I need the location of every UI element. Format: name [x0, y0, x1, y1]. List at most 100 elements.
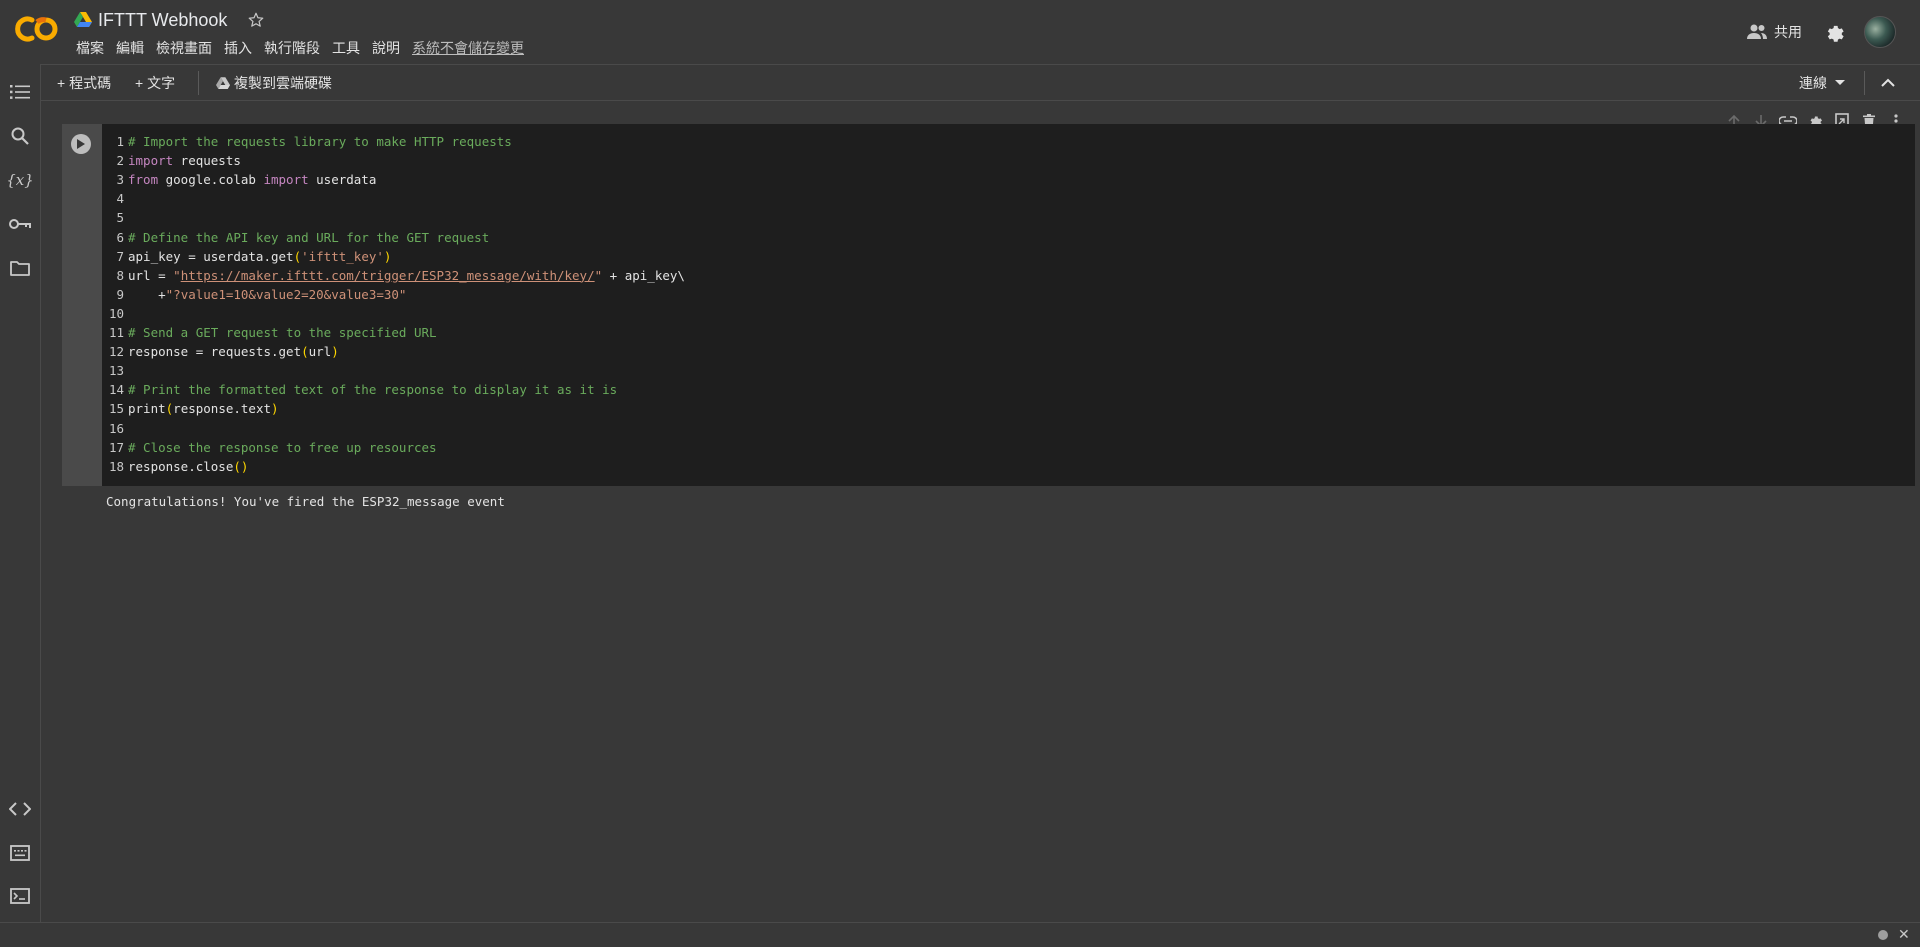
menu-runtime[interactable]: 執行階段: [258, 38, 326, 58]
line-number: 3: [116, 172, 124, 188]
line-number: 15: [108, 401, 124, 417]
share-label: 共用: [1774, 24, 1802, 40]
close-icon[interactable]: ✕: [1898, 927, 1912, 941]
line-number: 17: [108, 439, 124, 455]
menu-help[interactable]: 說明: [366, 38, 406, 58]
code-line: 18 response.close(): [102, 457, 248, 476]
code-line: 12 response = requests.get(url): [102, 342, 339, 361]
code-line: 9 +"?value1=10&value2=20&value3=30": [102, 285, 406, 304]
copy-to-drive-button[interactable]: 複製到雲端硬碟: [216, 72, 332, 94]
code-text: # Define the API key and URL for the GET…: [128, 229, 490, 245]
menu-tools[interactable]: 工具: [326, 38, 366, 58]
line-number: 2: [116, 153, 124, 169]
variables-icon[interactable]: {x}: [8, 168, 32, 192]
line-number: 5: [116, 210, 124, 226]
google-drive-icon: [74, 12, 92, 27]
code-line: 17 # Close the response to free up resour…: [102, 438, 437, 457]
code-text: import requests: [128, 153, 241, 169]
toolbar-divider-right: [1864, 71, 1865, 95]
secrets-key-icon[interactable]: [8, 212, 32, 236]
menu-edit[interactable]: 編輯: [110, 38, 150, 58]
code-editor[interactable]: 1 # Import the requests library to make H…: [102, 124, 1915, 486]
settings-gear-icon[interactable]: [1823, 21, 1845, 43]
copy-to-drive-label: 複製到雲端硬碟: [234, 75, 332, 91]
unsaved-notice-link[interactable]: 系統不會儲存變更: [406, 38, 530, 58]
menu-insert[interactable]: 插入: [218, 38, 258, 58]
code-text: api_key = userdata.get('ifttt_key'): [128, 248, 392, 264]
code-text: # Send a GET request to the specified UR…: [128, 325, 437, 340]
drive-copy-icon: [216, 76, 230, 89]
code-text: response.close(): [128, 458, 249, 474]
code-snippets-icon[interactable]: [8, 797, 32, 821]
search-icon[interactable]: [8, 124, 32, 148]
code-line: 13: [102, 361, 128, 380]
add-text-button[interactable]: + 文字: [135, 72, 175, 94]
line-number: 9: [116, 286, 124, 302]
line-number: 12: [108, 344, 124, 360]
code-text: url = "https://maker.ifttt.com/trigger/E…: [128, 267, 685, 283]
title-row: IFTTT Webhook: [74, 8, 265, 32]
line-number: 14: [108, 382, 124, 398]
code-text: +"?value1=10&value2=20&value3=30": [128, 286, 407, 302]
chevron-up-icon[interactable]: [1879, 74, 1897, 92]
menu-file[interactable]: 檔案: [70, 38, 110, 58]
code-text: from google.colab import userdata: [128, 172, 377, 188]
connect-label: 連線: [1799, 75, 1827, 91]
line-number: 10: [108, 305, 124, 321]
line-number: 11: [108, 325, 124, 340]
play-icon: [77, 139, 85, 149]
line-number: 16: [108, 420, 124, 436]
doc-title[interactable]: IFTTT Webhook: [98, 10, 227, 31]
code-line: 14 # Print the formatted text of the resp…: [102, 380, 617, 399]
command-palette-icon[interactable]: [8, 841, 32, 865]
status-dot-icon: [1878, 930, 1888, 940]
run-cell-button[interactable]: [71, 134, 91, 154]
user-avatar[interactable]: [1864, 16, 1896, 48]
add-code-button[interactable]: + 程式碼: [57, 72, 111, 94]
code-line: 4: [102, 189, 128, 208]
menu-view[interactable]: 檢視畫面: [150, 38, 218, 58]
cell-gutter: [62, 124, 102, 486]
line-number: 18: [108, 458, 124, 474]
status-bar: ✕: [0, 922, 1920, 947]
line-number: 13: [108, 363, 124, 379]
code-cell: 1 # Import the requests library to make H…: [62, 124, 1915, 522]
dropdown-arrow-icon[interactable]: [1835, 80, 1845, 86]
code-line: 16: [102, 419, 128, 438]
code-line: 7 api_key = userdata.get('ifttt_key'): [102, 247, 391, 266]
menu-bar: 檔案 編輯 檢視畫面 插入 執行階段 工具 說明 系統不會儲存變更: [70, 38, 530, 58]
code-line: 11 # Send a GET request to the specified …: [102, 323, 437, 342]
code-text: # Print the formatted text of the respon…: [128, 382, 618, 398]
code-text: response = requests.get(url): [128, 344, 339, 360]
colab-logo[interactable]: [14, 12, 58, 46]
code-line: 15 print(response.text): [102, 399, 279, 418]
terminal-icon[interactable]: [8, 884, 32, 908]
code-line: 3 from google.colab import userdata: [102, 170, 376, 189]
line-number: 7: [116, 248, 124, 264]
code-line: 5: [102, 208, 128, 227]
svg-text:{x}: {x}: [8, 171, 32, 189]
code-line: 1 # Import the requests library to make H…: [102, 132, 512, 151]
cell-output: Congratulations! You've fired the ESP32_…: [102, 486, 1915, 522]
left-sidebar: {x}: [0, 64, 41, 922]
output-gutter: [62, 486, 102, 522]
code-line: 2 import requests: [102, 151, 241, 170]
toc-icon[interactable]: [8, 80, 32, 104]
code-text: # Close the response to free up resource…: [128, 439, 437, 455]
header: IFTTT Webhook 檔案 編輯 檢視畫面 插入 執行階段 工具 說明 系…: [0, 0, 1920, 64]
toolbar-divider: [198, 71, 199, 95]
connect-button[interactable]: 連線: [1799, 72, 1845, 94]
line-number: 4: [116, 191, 124, 207]
line-number: 1: [116, 134, 124, 149]
share-button[interactable]: 共用: [1746, 20, 1802, 44]
notebook-toolbar: + 程式碼 + 文字 複製到雲端硬碟 連線: [41, 65, 1920, 101]
code-line: 10: [102, 304, 128, 323]
code-line: 6 # Define the API key and URL for the GE…: [102, 228, 489, 247]
line-number: 8: [116, 267, 124, 283]
star-icon[interactable]: [247, 11, 265, 29]
people-icon: [1747, 24, 1767, 39]
code-text: # Import the requests library to make HT…: [128, 134, 512, 149]
code-line: 8 url = "https://maker.ifttt.com/trigger/…: [102, 266, 685, 285]
line-number: 6: [116, 229, 124, 245]
folder-icon[interactable]: [8, 256, 32, 280]
